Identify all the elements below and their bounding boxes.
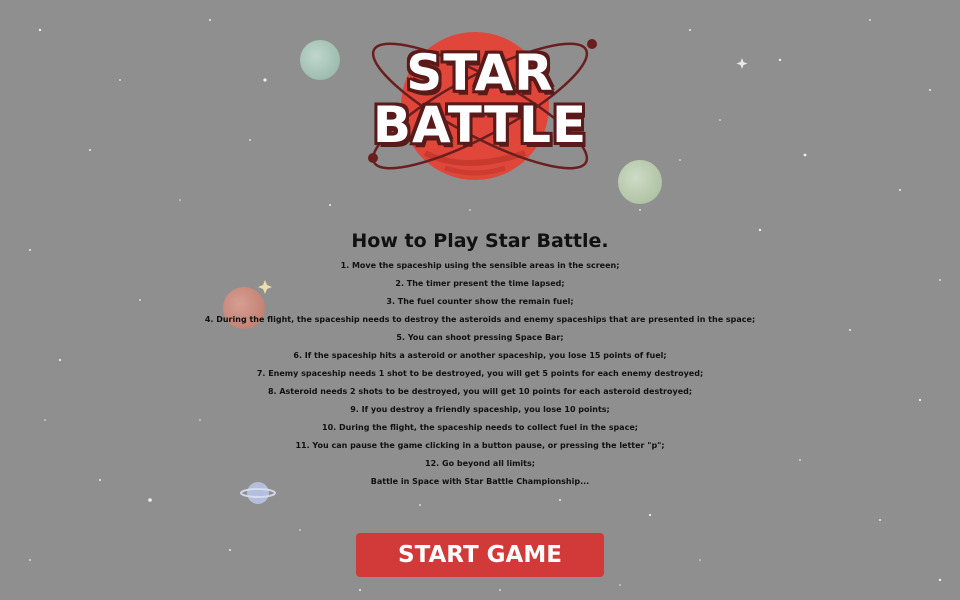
green-planet-top-left: [300, 40, 340, 80]
start-game-button[interactable]: START GAME: [356, 533, 604, 577]
how-to-play-panel: How to Play Star Battle. 1. Move the spa…: [0, 228, 960, 491]
logo-title-line1: STAR: [406, 44, 554, 102]
game-logo: STAR BATTLE: [355, 18, 605, 193]
closing-tagline: Battle in Space with Star Battle Champio…: [370, 477, 590, 486]
rule-item: 6. If the spaceship hits a asteroid or a…: [293, 351, 667, 360]
rule-item: 3. The fuel counter show the remain fuel…: [386, 297, 574, 306]
rule-item: 10. During the flight, the spaceship nee…: [322, 423, 638, 432]
instructions-title: How to Play Star Battle.: [351, 230, 609, 252]
rule-item: 7. Enemy spaceship needs 1 shot to be de…: [256, 369, 704, 378]
rule-item: 1. Move the spaceship using the sensible…: [340, 261, 620, 270]
rule-item: 9. If you destroy a friendly spaceship, …: [350, 405, 610, 414]
logo-title-line2: BATTLE: [372, 96, 588, 154]
rule-item: 11. You can pause the game clicking in a…: [295, 441, 665, 450]
rule-item: 2. The timer present the time lapsed;: [395, 279, 565, 288]
rule-item: 4. During the flight, the spaceship need…: [204, 315, 756, 324]
rule-item: 8. Asteroid needs 2 shots to be destroye…: [267, 387, 693, 396]
green-planet-right: [618, 160, 662, 204]
rule-item: 5. You can shoot pressing Space Bar;: [396, 333, 564, 342]
rule-item: 12. Go beyond all limits;: [425, 459, 535, 468]
